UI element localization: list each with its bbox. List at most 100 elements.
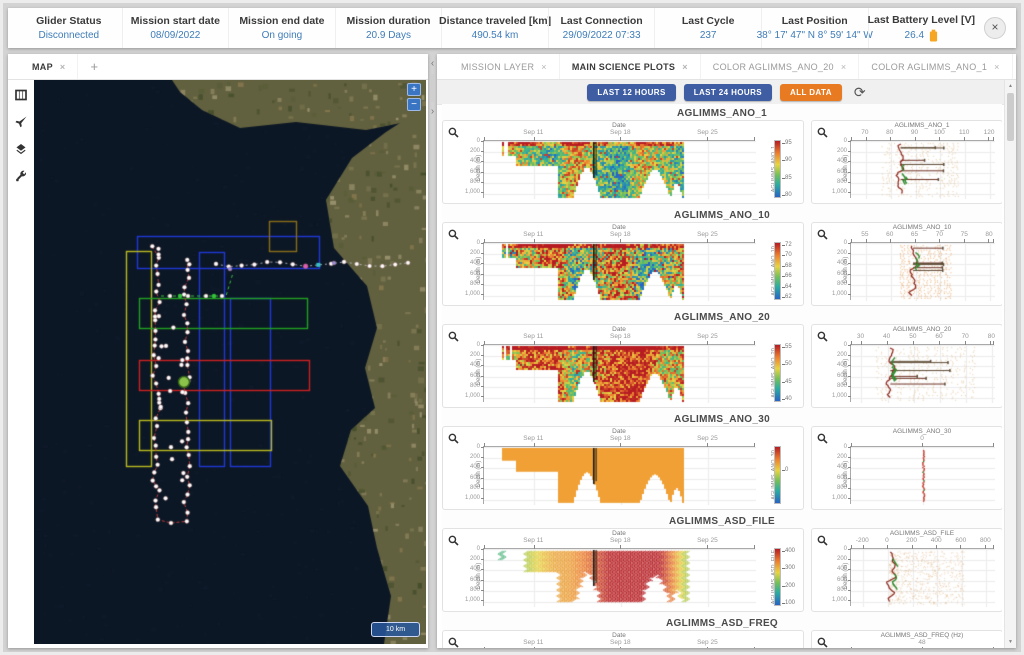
main-area: MAP × +: [8, 54, 1016, 648]
x-tick-label: 30: [857, 333, 864, 340]
heatmap-plot: 02004006008001,000Depth (m): [483, 140, 755, 198]
x-tick-mark: [922, 647, 923, 648]
tab-close-icon[interactable]: ×: [994, 62, 1000, 72]
axis-end-tick: [993, 239, 994, 243]
zoom-tool-icon[interactable]: [448, 431, 459, 449]
tab-color-aglimms-ano-1[interactable]: COLOR AGLIMMS_ANO_1×: [859, 54, 1012, 79]
x-tick-label: 65: [911, 231, 918, 238]
heatmap-canvas[interactable]: [484, 345, 756, 403]
x-tick-mark: [890, 137, 891, 141]
heatmap-canvas[interactable]: [484, 447, 756, 505]
y-axis-label: Depth (m): [843, 238, 849, 302]
colorbar-tick-label: 72: [785, 242, 792, 248]
panel-splitter[interactable]: ‹ ›: [428, 54, 437, 648]
map-zoom-out-button[interactable]: −: [407, 98, 421, 111]
add-tab-button[interactable]: +: [78, 59, 110, 74]
profile-plot: 02004006008001,000Depth (m): [850, 344, 994, 402]
profile-canvas[interactable]: [851, 141, 995, 199]
zoom-tool-icon[interactable]: [448, 635, 459, 648]
scroll-up-icon[interactable]: ▲: [1005, 83, 1016, 89]
tab-main-science-plots[interactable]: MAIN SCIENCE PLOTS×: [560, 54, 701, 79]
axis-end-tick: [851, 239, 852, 243]
map-panel: MAP × +: [8, 54, 428, 648]
last-24-hours-button[interactable]: LAST 24 HOURS: [684, 84, 772, 101]
heatmap-canvas[interactable]: [484, 141, 756, 199]
axis-end-tick: [754, 137, 755, 141]
all-data-button[interactable]: ALL DATA: [780, 84, 842, 101]
x-axis-label: Date: [483, 224, 755, 231]
x-tick-mark: [534, 647, 535, 648]
y-axis-label: Depth (m): [843, 646, 849, 648]
x-tick-label: 80: [886, 129, 893, 136]
zoom-tool-icon[interactable]: [448, 227, 459, 245]
x-tick-label: 400: [931, 537, 942, 544]
colorbar: AGLIMMS_ANO_10727068666462: [757, 242, 801, 300]
last-12-hours-button[interactable]: LAST 12 HOURS: [587, 84, 675, 101]
plot-section-title: AGLIMMS_ANO_30: [442, 413, 1002, 426]
add-tab-button[interactable]: +: [1013, 59, 1024, 74]
zoom-tool-icon[interactable]: [817, 329, 828, 347]
plot-section: AGLIMMS_ANO_20DateSep 11Sep 18Sep 250200…: [442, 311, 1002, 408]
plot-section: AGLIMMS_ASD_FILEDateSep 11Sep 18Sep 2502…: [442, 515, 1002, 612]
zoom-tool-icon[interactable]: [448, 533, 459, 551]
zoom-tool-icon[interactable]: [817, 227, 828, 245]
collapse-left-icon[interactable]: ‹: [428, 58, 437, 69]
tab-close-icon[interactable]: ×: [841, 62, 847, 72]
status-label: Mission start date: [131, 15, 220, 27]
heatmap-card: DateSep 11Sep 18Sep 2502004006008001,000…: [442, 630, 804, 648]
tab-color-aglimms-ano-20[interactable]: COLOR AGLIMMS_ANO_20×: [701, 54, 860, 79]
heatmap-canvas[interactable]: [484, 549, 756, 607]
x-tick-mark: [915, 137, 916, 141]
colorbar-tick-label: 0: [785, 467, 788, 473]
axis-end-tick: [851, 137, 852, 141]
profile-plot: 02004006008001,000Depth (m): [850, 242, 994, 300]
zoom-tool-icon[interactable]: [448, 329, 459, 347]
collapse-right-icon[interactable]: ›: [428, 106, 437, 117]
x-tick-label: 55: [861, 231, 868, 238]
profile-card: AGLIMMS_ANO_1055606570758002004006008001…: [811, 222, 1002, 306]
splitter-handle[interactable]: [431, 74, 434, 102]
zoom-tool-icon[interactable]: [817, 533, 828, 551]
close-statusbar-button[interactable]: ×: [984, 17, 1006, 39]
profile-canvas[interactable]: [851, 447, 995, 505]
x-tick-mark: [861, 341, 862, 345]
x-tick-label: 48: [918, 639, 925, 646]
layers-icon[interactable]: [13, 141, 29, 157]
x-tick-mark: [620, 137, 621, 141]
zoom-tool-icon[interactable]: [817, 431, 828, 449]
x-tick-label: 90: [911, 129, 918, 136]
x-tick-label: 600: [955, 537, 966, 544]
tab-close-icon[interactable]: ×: [60, 62, 66, 72]
basemap-icon[interactable]: [13, 87, 29, 103]
y-axis-label: Depth (m): [843, 136, 849, 200]
scroll-down-icon[interactable]: ▼: [1005, 639, 1016, 645]
tab-mission-layer[interactable]: MISSION LAYER×: [449, 54, 560, 79]
tab-map[interactable]: MAP ×: [20, 54, 78, 79]
glider-icon[interactable]: [13, 114, 29, 130]
colorbar: AGLIMMS_ANO_2055504540: [757, 344, 801, 402]
profile-plot: 02004006008001,000Depth (m): [850, 446, 994, 504]
map-canvas[interactable]: [34, 80, 426, 644]
tab-close-icon[interactable]: ×: [682, 62, 688, 72]
axis-end-tick: [993, 545, 994, 549]
tab-close-icon[interactable]: ×: [541, 62, 547, 72]
x-tick-label: 70: [936, 231, 943, 238]
x-tick-mark: [707, 341, 708, 345]
heatmap-card: DateSep 11Sep 18Sep 2502004006008001,000…: [442, 222, 804, 306]
zoom-tool-icon[interactable]: [448, 125, 459, 143]
heatmap-canvas[interactable]: [484, 243, 756, 301]
plot-section-title: AGLIMMS_ANO_20: [442, 311, 1002, 324]
profile-canvas[interactable]: [851, 243, 995, 301]
tools-icon[interactable]: [13, 168, 29, 184]
status-item: Mission duration20.9 Days: [335, 8, 442, 48]
profile-canvas[interactable]: [851, 549, 995, 607]
profile-title: AGLIMMS_ANO_10: [850, 224, 994, 231]
zoom-tool-icon[interactable]: [817, 635, 828, 648]
profile-canvas[interactable]: [851, 345, 995, 403]
map-zoom-in-button[interactable]: +: [407, 83, 421, 96]
refresh-icon[interactable]: ⟳: [854, 85, 866, 99]
scrollbar-thumb[interactable]: [1007, 93, 1014, 141]
x-tick-label: Sep 11: [523, 435, 543, 442]
zoom-tool-icon[interactable]: [817, 125, 828, 143]
scrollbar[interactable]: ▲ ▼: [1004, 80, 1016, 648]
